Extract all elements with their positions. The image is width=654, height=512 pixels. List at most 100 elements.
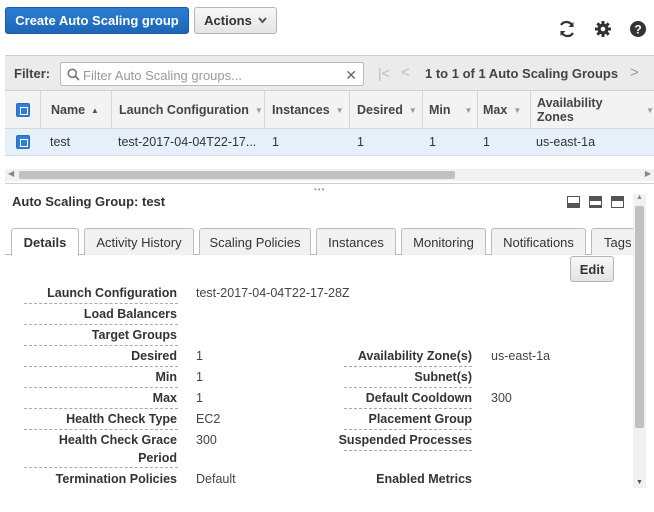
label-launch-configuration: Launch Configuration — [47, 286, 177, 300]
first-page-icon[interactable]: |< — [378, 65, 390, 81]
label-max: Max — [152, 391, 177, 405]
cell-desired: 1 — [357, 135, 364, 149]
select-all-checkbox[interactable] — [15, 103, 30, 117]
tab-notifications[interactable]: Notifications — [491, 228, 586, 255]
edit-button[interactable]: Edit — [570, 256, 614, 282]
column-header-min[interactable]: Min ▼ — [423, 91, 478, 129]
label-health-check-type: Health Check Type — [66, 412, 177, 426]
clear-icon[interactable]: ✕ — [345, 67, 357, 84]
column-header-desired[interactable]: Desired ▼ — [350, 91, 423, 129]
divider — [24, 345, 178, 346]
label-load-balancers: Load Balancers — [83, 307, 177, 321]
value-health-check-grace-period: 300 — [196, 433, 217, 447]
divider — [344, 366, 472, 367]
divider — [24, 467, 178, 468]
label-availability-zones: Availability Zone(s) — [357, 349, 472, 363]
pager-text: 1 to 1 of 1 Auto Scaling Groups — [425, 66, 619, 81]
vertical-scrollbar[interactable]: ▲ ▼ — [633, 194, 646, 488]
label-placement-group: Placement Group — [368, 412, 473, 426]
pane-splitter[interactable]: ••• — [5, 183, 654, 194]
refresh-icon[interactable] — [556, 18, 578, 40]
label-subnets: Subnet(s) — [414, 370, 472, 384]
sort-icon: ▼ — [408, 105, 417, 115]
cell-max: 1 — [483, 135, 490, 149]
divider — [24, 303, 178, 304]
next-page-icon[interactable]: > — [630, 64, 639, 81]
sort-icon: ▼ — [646, 105, 654, 115]
label-health-check-grace: Health Check Grace — [58, 433, 177, 447]
sort-icon: ▼ — [335, 105, 344, 115]
column-header-max[interactable]: Max ▼ — [478, 91, 531, 129]
column-header-name[interactable]: Name ▲ — [41, 91, 112, 129]
cell-instances: 1 — [272, 135, 279, 149]
column-header-launch-configuration[interactable]: Launch Configuration ▼ — [112, 91, 265, 129]
divider — [24, 387, 178, 388]
tab-details[interactable]: Details — [11, 228, 79, 256]
value-min: 1 — [196, 370, 203, 384]
tab-instances[interactable]: Instances — [316, 228, 396, 255]
divider — [344, 450, 472, 451]
actions-label: Actions — [204, 13, 252, 28]
actions-dropdown-button[interactable]: Actions — [194, 7, 277, 34]
gear-icon[interactable] — [592, 18, 614, 40]
create-auto-scaling-group-button[interactable]: Create Auto Scaling group — [5, 7, 189, 34]
horizontal-scrollbar[interactable]: ◀ ▶ — [5, 169, 654, 181]
filter-label: Filter: — [14, 66, 51, 81]
label-default-cooldown: Default Cooldown — [365, 391, 472, 405]
column-header-instances[interactable]: Instances ▼ — [265, 91, 350, 129]
divider — [24, 366, 178, 367]
scrollbar-thumb[interactable] — [635, 206, 644, 428]
row-checkbox[interactable] — [16, 135, 30, 149]
sort-icon: ▼ — [464, 105, 473, 115]
scrollbar-thumb[interactable] — [19, 171, 455, 179]
label-suspended-processes: Suspended Processes — [338, 433, 472, 447]
tab-scaling-policies[interactable]: Scaling Policies — [199, 228, 311, 255]
table-header: Name ▲ Launch Configuration ▼ Instances ▼ D… — [5, 91, 654, 129]
layout-split-icon[interactable] — [589, 196, 602, 208]
value-max: 1 — [196, 391, 203, 405]
label-min: Min — [155, 370, 177, 384]
filter-bar: Filter: Filter Auto Scaling groups... ✕ … — [5, 55, 654, 91]
filter-placeholder: Filter Auto Scaling groups... — [83, 68, 242, 83]
tab-tags[interactable]: Tags — [591, 228, 639, 255]
divider — [344, 429, 472, 430]
previous-page-icon[interactable]: < — [401, 64, 410, 81]
drag-handle-icon[interactable]: ••• — [314, 185, 325, 194]
layout-top-icon[interactable] — [611, 196, 624, 208]
cell-availability-zones: us-east-1a — [536, 135, 596, 149]
divider — [344, 387, 472, 388]
tab-activity-history[interactable]: Activity History — [84, 228, 194, 255]
cell-name: test — [50, 135, 71, 149]
divider — [344, 408, 472, 409]
label-health-check-grace-period: Period — [138, 451, 177, 465]
scroll-down-icon[interactable]: ▼ — [636, 479, 643, 486]
scroll-up-icon[interactable]: ▲ — [636, 194, 643, 201]
chevron-down-icon — [258, 17, 267, 24]
value-desired: 1 — [196, 349, 203, 363]
label-termination-policies: Termination Policies — [55, 472, 177, 486]
value-availability-zones: us-east-1a — [491, 349, 551, 363]
label-enabled-metrics: Enabled Metrics — [376, 472, 472, 486]
layout-bottom-icon[interactable] — [567, 196, 580, 208]
tab-monitoring[interactable]: Monitoring — [401, 228, 486, 255]
scroll-left-icon[interactable]: ◀ — [8, 169, 14, 178]
sort-icon: ▼ — [254, 105, 263, 115]
divider — [24, 429, 178, 430]
value-launch-configuration: test-2017-04-04T22-17-28Z — [196, 286, 350, 300]
select-all-cell — [5, 91, 41, 129]
label-target-groups: Target Groups — [91, 328, 177, 342]
scroll-right-icon[interactable]: ▶ — [645, 169, 651, 178]
detail-tabs: Details Activity History Scaling Policie… — [5, 228, 639, 256]
cell-launch-configuration: test-2017-04-04T22-17... — [118, 135, 257, 149]
divider — [24, 408, 178, 409]
value-default-cooldown: 300 — [491, 391, 512, 405]
help-icon[interactable]: ? — [627, 18, 649, 40]
table-row[interactable]: test test-2017-04-04T22-17... 1 1 1 1 us… — [5, 129, 654, 156]
value-health-check-type: EC2 — [196, 412, 221, 426]
sort-icon: ▼ — [513, 105, 522, 115]
column-header-availability-zones[interactable]: Availability Zones ▼ — [531, 91, 654, 129]
cell-min: 1 — [429, 135, 436, 149]
filter-input[interactable]: Filter Auto Scaling groups... ✕ — [60, 62, 364, 86]
detail-title: Auto Scaling Group: test — [12, 194, 166, 209]
svg-text:?: ? — [634, 23, 641, 37]
